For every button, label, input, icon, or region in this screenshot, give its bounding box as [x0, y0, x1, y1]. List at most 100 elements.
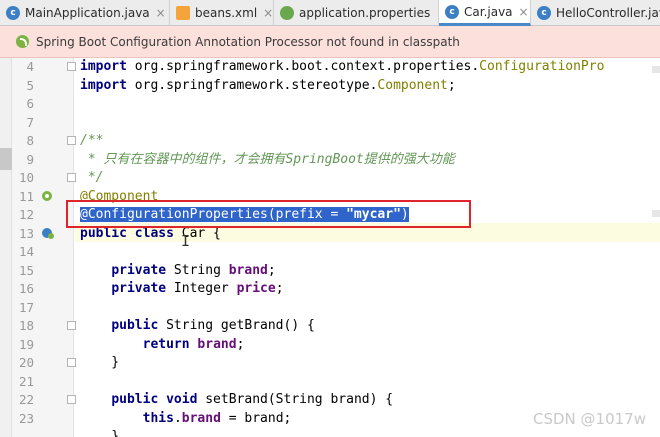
code-line: /**: [80, 133, 104, 148]
code-line: public void setBrand(String brand) {: [80, 391, 393, 410]
tab-label: Car.java: [464, 4, 513, 19]
tab-label: beans.xml: [195, 6, 258, 20]
warning-banner: Spring Boot Configuration Annotation Pro…: [0, 26, 660, 58]
line-number: 7: [26, 114, 34, 130]
class-run-icon[interactable]: [40, 226, 54, 240]
field-name: brand: [228, 262, 268, 278]
field-name: price: [236, 281, 276, 296]
code-line: */: [80, 170, 104, 185]
keyword: import: [80, 77, 127, 93]
keyword: public: [111, 318, 159, 333]
code-line: private Integer price;: [80, 280, 284, 299]
code-editor[interactable]: 4 5 6 7 8 9 10 11 12 13 14 15 16 17 18 1…: [0, 58, 660, 437]
code-text: = brand;: [220, 410, 292, 426]
line-number: 10: [18, 170, 34, 185]
line-number: 21: [18, 373, 34, 389]
line-number: 22: [18, 392, 34, 407]
tab-label: HelloController.java: [556, 6, 660, 20]
line-number: 6: [26, 96, 34, 111]
field-name: brand: [181, 410, 221, 426]
tab-hellocontroller[interactable]: c HelloController.java: [531, 0, 660, 26]
close-icon[interactable]: ×: [156, 6, 166, 20]
line-number: 14: [18, 244, 34, 259]
tab-car-java[interactable]: c Car.java ×: [439, 0, 531, 26]
code-text: ;: [236, 336, 245, 352]
scroll-marker: [652, 210, 660, 217]
line-number: 16: [18, 281, 34, 296]
red-highlight-box: [66, 200, 471, 228]
code-text: setBrand(String brand) {: [197, 392, 394, 407]
code-line: import org.springframework.stereotype.Co…: [80, 77, 456, 96]
class-icon: c: [537, 6, 551, 20]
keyword: import: [80, 59, 127, 74]
line-number: 23: [18, 410, 34, 426]
code-line: public String getBrand() {: [80, 317, 315, 336]
code-text: String getBrand() {: [158, 318, 315, 333]
keyword: return: [142, 336, 190, 352]
code-line: this.brand = brand;: [80, 410, 292, 429]
class-name: ConfigurationPro: [479, 59, 605, 74]
editor-tab-bar: c MainApplication.java × beans.xml × app…: [0, 0, 660, 26]
line-number: 8: [26, 133, 34, 148]
close-icon[interactable]: ×: [263, 6, 273, 20]
strip-marker: [0, 148, 12, 170]
fold-marker[interactable]: [67, 62, 76, 71]
watermark: CSDN @1017w: [533, 410, 646, 428]
code-text: Integer: [166, 281, 237, 296]
keyword: private: [111, 281, 167, 296]
line-number: 20: [18, 355, 34, 370]
code-text: org.springframework.stereotype.: [126, 77, 378, 93]
fold-marker[interactable]: [67, 173, 76, 182]
banner-text: Spring Boot Configuration Annotation Pro…: [36, 34, 460, 49]
line-number: 12: [18, 207, 34, 222]
tab-application-properties[interactable]: application.properties ×: [274, 0, 439, 26]
class-icon: c: [6, 6, 20, 20]
code-line: return brand;: [80, 336, 245, 355]
line-number: 18: [18, 318, 34, 333]
code-text: ;: [447, 77, 456, 93]
code-line: * 只有在容器中的组件，才会拥有SpringBoot提供的强大功能: [80, 151, 455, 167]
line-number: 13: [18, 225, 34, 241]
fold-marker[interactable]: [67, 358, 76, 367]
code-line-partial: }: [80, 429, 120, 437]
field-name: brand: [197, 336, 237, 352]
properties-file-icon: [280, 6, 294, 20]
keyword: this: [142, 410, 174, 426]
tab-beans-xml[interactable]: beans.xml ×: [170, 0, 274, 26]
code-text: String: [166, 262, 229, 278]
line-number: 15: [18, 262, 34, 278]
tab-label: application.properties: [299, 6, 431, 20]
structure-strip: [0, 58, 12, 437]
spring-icon: [16, 35, 29, 48]
xml-file-icon: [176, 6, 190, 20]
line-number: 17: [18, 299, 34, 315]
code-line: }: [80, 355, 120, 370]
spring-bean-icon[interactable]: [40, 189, 54, 203]
code-text: org.springframework.boot.context.propert…: [126, 59, 480, 74]
text-cursor-icon: I: [181, 232, 191, 250]
keyword: public void: [111, 392, 198, 407]
code-line: private String brand;: [80, 262, 275, 281]
code-text: .: [173, 410, 182, 426]
fold-marker[interactable]: [67, 136, 76, 145]
keyword: private: [111, 262, 167, 278]
class-icon: c: [445, 4, 459, 19]
tab-mainapplication[interactable]: c MainApplication.java ×: [0, 0, 170, 26]
line-number: 5: [26, 77, 34, 93]
class-name: Component: [377, 77, 448, 93]
code-text: ;: [275, 281, 284, 296]
tab-label: MainApplication.java: [25, 6, 150, 20]
line-number: 9: [26, 151, 34, 167]
fold-marker[interactable]: [67, 395, 76, 404]
scroll-marker: [652, 66, 660, 73]
line-number: 19: [18, 336, 34, 352]
close-icon[interactable]: ×: [519, 5, 529, 19]
line-number: 4: [26, 59, 34, 74]
fold-marker[interactable]: [67, 321, 76, 330]
